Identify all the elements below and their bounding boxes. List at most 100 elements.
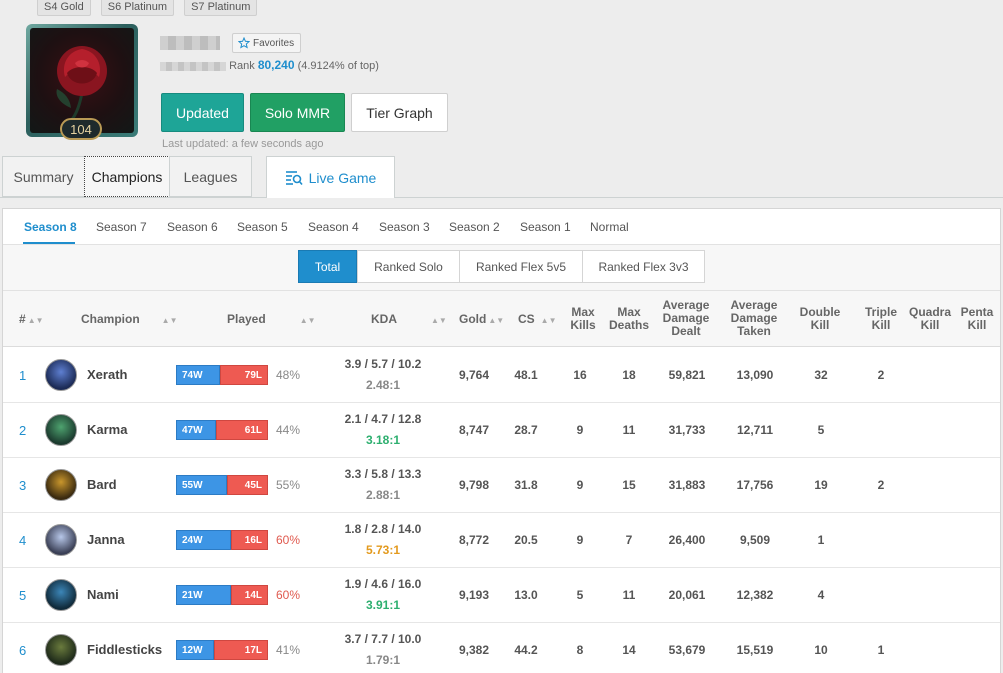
champion-name[interactable]: Nami [87, 587, 119, 602]
season-tab[interactable]: Season 6 [167, 220, 218, 234]
cs-value: 28.7 [514, 423, 538, 437]
season-tab[interactable]: Season 5 [237, 220, 288, 234]
table-row[interactable]: 6 Fiddlesticks 12W 17L 41% 3.7 / 7.7 / 10.0 1.… [3, 623, 1000, 673]
season-tab[interactable]: Season 1 [520, 220, 571, 234]
rank-value: 80,240 [257, 58, 295, 72]
kda-values: 1.8 / 2.8 / 14.0 [344, 522, 422, 536]
col-champion[interactable]: Champion ▲▼ [81, 313, 178, 327]
champion-portrait-icon[interactable] [45, 634, 77, 666]
champion-portrait-icon[interactable] [45, 359, 77, 391]
tab-champions[interactable]: Champions [84, 156, 170, 197]
sort-icon: ▲▼ [27, 316, 44, 325]
champion-portrait-icon[interactable] [45, 469, 77, 501]
rank-percent: (4.9124% of top) [297, 60, 379, 72]
solo-mmr-button[interactable]: Solo MMR [250, 93, 345, 132]
champion-name[interactable]: Karma [87, 422, 127, 437]
col-double-kill-label: Double Kill [799, 305, 841, 332]
queue-flex-3v3-button[interactable]: Ranked Flex 3v3 [582, 250, 705, 283]
season-tabs: Season 8 Season 7 Season 6 Season 5 Seas… [3, 209, 1000, 245]
max-deaths-value: 11 [622, 423, 636, 437]
updated-button[interactable]: Updated [161, 93, 244, 132]
avg-damage-taken-value: 17,756 [736, 478, 774, 492]
gold-value: 8,772 [458, 533, 490, 547]
kda-values: 3.9 / 5.7 / 10.2 [344, 357, 422, 371]
avg-damage-dealt-value: 31,733 [668, 423, 706, 437]
col-avg-damage-taken-label: Average Damage Taken [730, 298, 778, 338]
champion-name[interactable]: Fiddlesticks [87, 642, 162, 657]
kda-ratio: 2.88:1 [365, 488, 401, 502]
season-tab[interactable]: Normal [590, 220, 629, 234]
last-updated-text: Last updated: a few seconds ago [162, 138, 324, 150]
queue-filter: Total Ranked Solo Ranked Flex 5v5 Ranked… [3, 245, 1000, 291]
champion-name[interactable]: Bard [87, 477, 117, 492]
table-row[interactable]: 4 Janna 24W 16L 60% 1.8 / 2.8 / 14.0 5.73:1 8,7… [3, 513, 1000, 568]
col-cs[interactable]: CS ▲▼ [518, 313, 557, 327]
table-row[interactable]: 1 Xerath 74W 79L 48% 3.9 / 5.7 / 10.2 2.48:1 9,… [3, 348, 1000, 403]
season-tab[interactable]: Season 4 [308, 220, 359, 234]
row-index: 5 [19, 588, 27, 603]
double-kill-value: 5 [817, 423, 825, 437]
kda-ratio: 3.91:1 [365, 598, 401, 612]
sort-icon: ▲▼ [161, 316, 178, 325]
champion-portrait-icon[interactable] [45, 414, 77, 446]
col-max-kills[interactable]: Max Kills [563, 306, 603, 332]
row-index: 2 [19, 423, 27, 438]
season-tab[interactable]: Season 7 [96, 220, 147, 234]
max-deaths-value: 15 [622, 478, 636, 492]
wins-segment: 55W [176, 475, 227, 495]
avg-damage-taken-value: 13,090 [736, 368, 774, 382]
row-index: 6 [19, 643, 27, 658]
season-tab[interactable]: Season 2 [449, 220, 500, 234]
avg-damage-dealt-value: 53,679 [668, 643, 706, 657]
table-row[interactable]: 3 Bard 55W 45L 55% 3.3 / 5.8 / 13.3 2.88:1 9,79… [3, 458, 1000, 513]
kda-ratio: 5.73:1 [365, 543, 401, 557]
win-loss-bar: 12W 17L [176, 640, 268, 660]
col-max-deaths[interactable]: Max Deaths [607, 306, 651, 332]
sort-icon: ▲▼ [431, 316, 447, 325]
avg-damage-taken-value: 9,509 [739, 533, 771, 547]
max-deaths-value: 7 [625, 533, 633, 547]
avg-damage-taken-value: 12,711 [736, 423, 774, 437]
tab-live-game[interactable]: Live Game [266, 156, 395, 198]
col-quadra-kill[interactable]: Quadra Kill [907, 306, 953, 332]
col-triple-kill[interactable]: Triple Kill [859, 306, 903, 332]
table-row[interactable]: 2 Karma 47W 61L 44% 2.1 / 4.7 / 12.8 3.18:1 8,7… [3, 403, 1000, 458]
losses-segment: 79L [220, 365, 268, 385]
tab-leagues[interactable]: Leagues [169, 156, 252, 197]
tier-graph-button[interactable]: Tier Graph [351, 93, 448, 132]
col-kda[interactable]: KDA ▲▼ [371, 313, 447, 327]
col-index[interactable]: # ▲▼ [19, 313, 44, 327]
champion-portrait-icon[interactable] [45, 579, 77, 611]
season-tab[interactable]: Season 3 [379, 220, 430, 234]
tier-badge: S4 Gold [37, 0, 91, 16]
wins-segment: 47W [176, 420, 216, 440]
champion-name[interactable]: Xerath [87, 367, 127, 382]
queue-total-button[interactable]: Total [298, 250, 357, 283]
col-gold-label: Gold [459, 312, 487, 326]
gold-value: 9,764 [458, 368, 490, 382]
avg-damage-dealt-value: 26,400 [668, 533, 706, 547]
col-double-kill[interactable]: Double Kill [795, 306, 845, 332]
avg-damage-taken-value: 15,519 [736, 643, 774, 657]
queue-ranked-solo-button[interactable]: Ranked Solo [357, 250, 460, 283]
gold-value: 9,382 [458, 643, 490, 657]
table-row[interactable]: 5 Nami 21W 14L 60% 1.9 / 4.6 / 16.0 3.91:1 9,19… [3, 568, 1000, 623]
cs-value: 20.5 [514, 533, 538, 547]
champion-portrait-icon[interactable] [45, 524, 77, 556]
favorites-button[interactable]: Favorites [232, 33, 302, 53]
champion-name[interactable]: Janna [87, 532, 125, 547]
col-penta-kill[interactable]: Penta Kill [955, 306, 999, 332]
col-avg-damage-dealt[interactable]: Average Damage Dealt [655, 299, 717, 338]
double-kill-value: 4 [817, 588, 825, 602]
col-gold[interactable]: Gold ▲▼ [459, 313, 504, 327]
season-tab[interactable]: Season 8 [24, 220, 77, 234]
tab-summary[interactable]: Summary [2, 156, 85, 197]
col-played[interactable]: Played ▲▼ [227, 313, 316, 327]
tier-badges: S4 Gold S6 Platinum S7 Platinum [37, 0, 258, 16]
col-avg-damage-taken[interactable]: Average Damage Taken [723, 299, 785, 338]
tier-badge: S7 Platinum [184, 0, 258, 16]
queue-flex-5v5-button[interactable]: Ranked Flex 5v5 [459, 250, 583, 283]
win-rate: 48% [276, 368, 301, 382]
cs-value: 13.0 [514, 588, 538, 602]
win-loss-bar: 24W 16L [176, 530, 268, 550]
